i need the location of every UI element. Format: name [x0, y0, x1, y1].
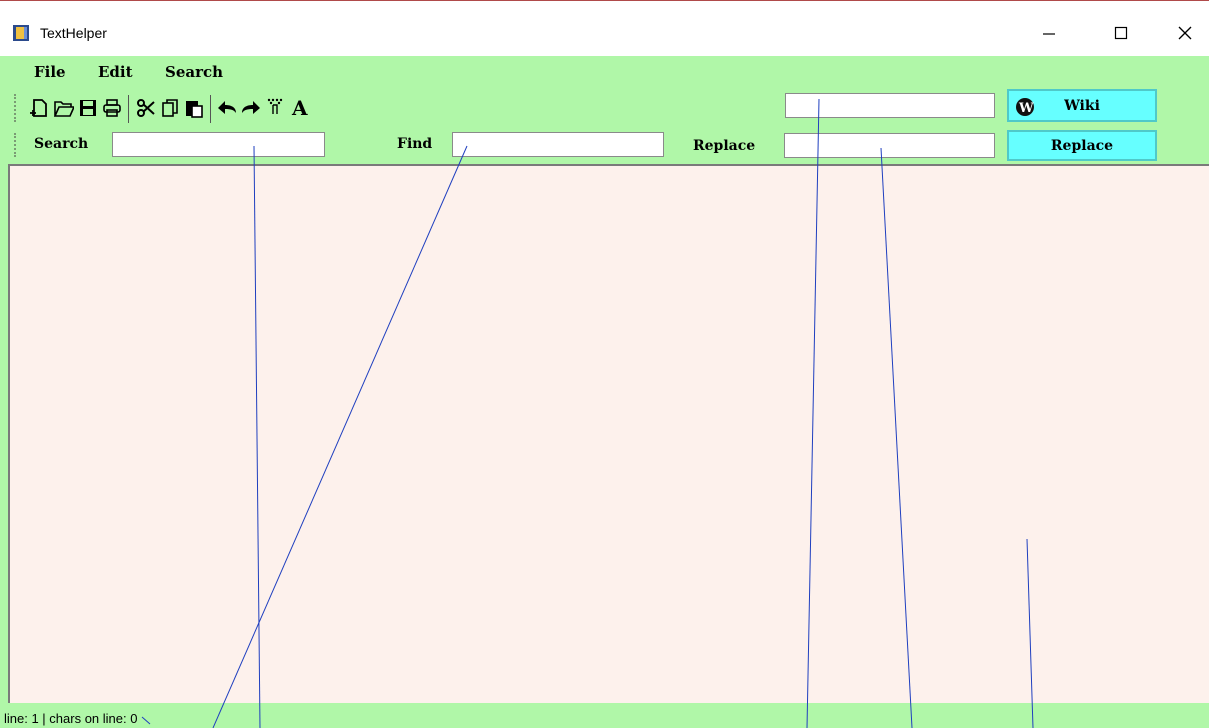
- save-icon[interactable]: [78, 98, 98, 118]
- status-text: line: 1 | chars on line: 0: [4, 711, 138, 726]
- window-title: TextHelper: [40, 25, 107, 41]
- text-editor[interactable]: [8, 164, 1209, 703]
- search-label: Search: [34, 136, 89, 152]
- replace-label: Replace: [693, 138, 756, 154]
- close-icon: [1178, 26, 1192, 40]
- redo-icon[interactable]: [241, 98, 261, 118]
- copy-icon[interactable]: [160, 98, 180, 118]
- maximize-icon: [1114, 26, 1128, 40]
- editor-gutter: [0, 164, 8, 703]
- wiki-button-label: Wiki: [1064, 97, 1100, 114]
- toolbar-separator: [210, 95, 211, 123]
- menu-search[interactable]: Search: [165, 63, 223, 81]
- replace-input[interactable]: [784, 133, 995, 158]
- svg-text:W: W: [1018, 101, 1034, 116]
- find-label: Find: [397, 136, 433, 152]
- maximize-button[interactable]: [1098, 15, 1144, 51]
- svg-text:A: A: [291, 97, 308, 117]
- undo-icon[interactable]: [217, 98, 237, 118]
- replace-button[interactable]: Replace: [1007, 130, 1157, 161]
- toolbar-separator: [128, 95, 129, 123]
- menu-file[interactable]: File: [34, 63, 66, 81]
- new-file-icon[interactable]: [30, 98, 50, 118]
- status-bar: line: 1 | chars on line: 0: [0, 703, 1209, 728]
- select-icon[interactable]: [265, 97, 285, 117]
- cut-icon[interactable]: [136, 98, 156, 118]
- open-folder-icon[interactable]: [54, 98, 74, 118]
- menu-edit[interactable]: Edit: [98, 63, 133, 81]
- font-icon[interactable]: A: [290, 97, 310, 117]
- paste-icon[interactable]: [184, 98, 204, 118]
- searchbar-grip[interactable]: [14, 133, 18, 157]
- close-button[interactable]: [1162, 15, 1208, 51]
- app-icon: [13, 25, 29, 41]
- wikipedia-icon: W: [1016, 98, 1034, 116]
- title-bar: TextHelper: [0, 1, 1209, 56]
- find-input[interactable]: [452, 132, 664, 157]
- wiki-search-input[interactable]: [785, 93, 995, 118]
- wiki-button[interactable]: W Wiki: [1007, 89, 1157, 122]
- app-window: TextHelper File Edit Search A W Wiki Sea…: [0, 0, 1209, 728]
- toolbar-grip[interactable]: [14, 94, 18, 122]
- minimize-icon: [1043, 33, 1055, 35]
- minimize-button[interactable]: [1026, 15, 1072, 51]
- print-icon[interactable]: [102, 98, 122, 118]
- search-input[interactable]: [112, 132, 325, 157]
